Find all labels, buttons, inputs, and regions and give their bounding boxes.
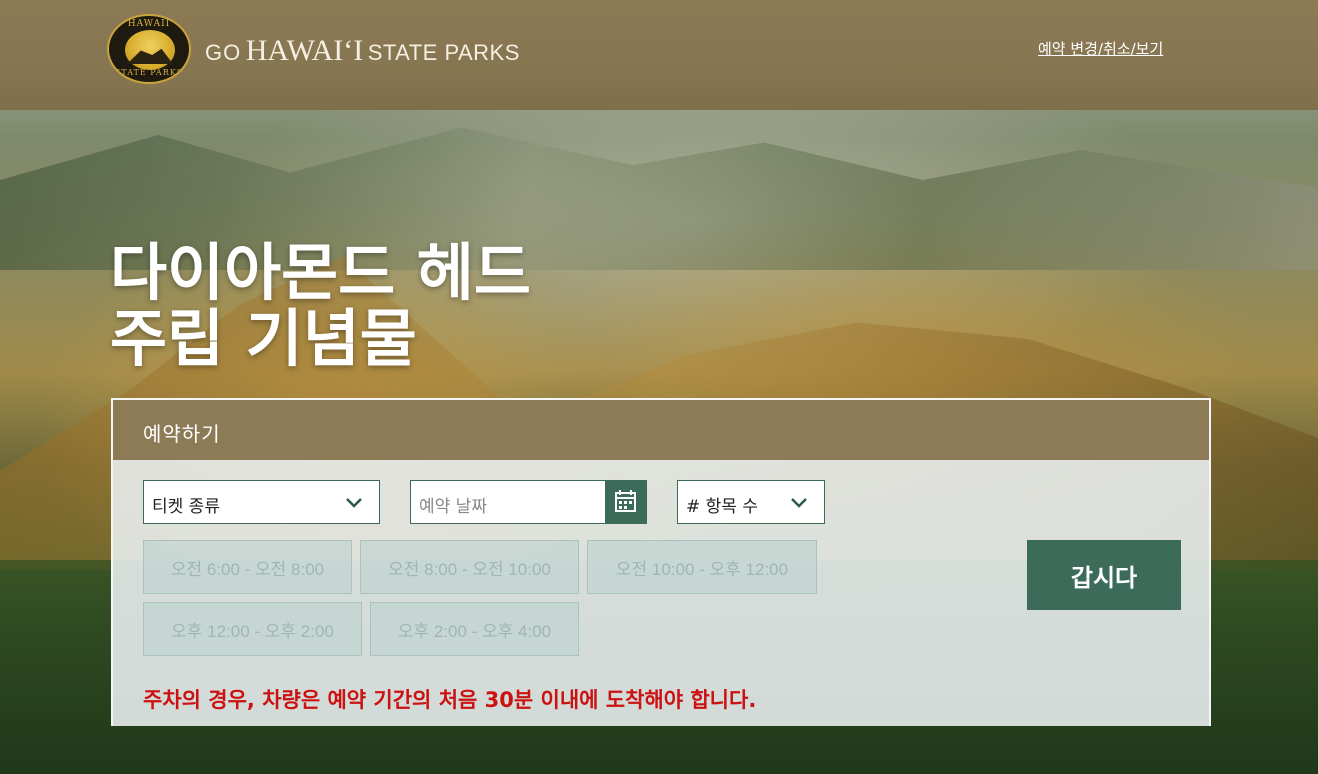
parking-notice: 주차의 경우, 차량은 예약 기간의 처음 30분 이내에 도착해야 합니다. — [143, 688, 757, 712]
logo-sun-icon — [125, 30, 175, 70]
page-title-line2: 주립 기념물 — [110, 302, 417, 375]
page-title: 다이아몬드 헤드 주립 기념물 — [110, 240, 531, 372]
booking-panel-header: 예약하기 — [113, 400, 1209, 460]
site-header: HAWAII STATE PARKS GO HAWAIʻI STATE PARK… — [0, 0, 1318, 110]
reservation-date-input[interactable]: 예약 날짜 — [410, 480, 647, 524]
logo-top-text: HAWAII — [127, 19, 171, 29]
calendar-button[interactable] — [605, 481, 646, 523]
calendar-icon — [615, 490, 636, 512]
logo-bottom-text: STATE PARKS — [114, 68, 184, 77]
date-placeholder: 예약 날짜 — [419, 497, 487, 517]
quantity-select[interactable]: # 항목 수 — [677, 480, 825, 524]
brand-hawaii: HAWAIʻI — [245, 34, 364, 67]
brand-wordmark[interactable]: GO HAWAIʻI STATE PARKS — [205, 34, 520, 68]
time-slot-button[interactable]: 오전 6:00 - 오전 8:00 — [143, 540, 352, 594]
quantity-value: # 항목 수 — [686, 497, 758, 517]
state-parks-logo[interactable]: HAWAII STATE PARKS — [107, 14, 191, 84]
booking-panel: 예약하기 티켓 종류 예약 날짜 # 항목 수 오전 6:00 - 오전 8:0… — [111, 398, 1211, 726]
chevron-down-icon — [791, 498, 807, 508]
brand-go: GO — [205, 40, 242, 65]
brand-state-parks: STATE PARKS — [367, 40, 520, 65]
time-slot-button[interactable]: 오후 12:00 - 오후 2:00 — [143, 602, 362, 656]
ticket-type-value: 티켓 종류 — [152, 497, 220, 517]
time-slot-button[interactable]: 오전 10:00 - 오후 12:00 — [587, 540, 817, 594]
booking-heading: 예약하기 — [143, 422, 221, 446]
manage-reservation-link[interactable]: 예약 변경/취소/보기 — [1038, 38, 1163, 59]
ticket-type-select[interactable]: 티켓 종류 — [143, 480, 380, 524]
go-button[interactable]: 갑시다 — [1027, 540, 1181, 610]
page-title-line1: 다이아몬드 헤드 — [110, 236, 531, 309]
time-slot-button[interactable]: 오후 2:00 - 오후 4:00 — [370, 602, 579, 656]
chevron-down-icon — [346, 498, 362, 508]
time-slot-button[interactable]: 오전 8:00 - 오전 10:00 — [360, 540, 579, 594]
